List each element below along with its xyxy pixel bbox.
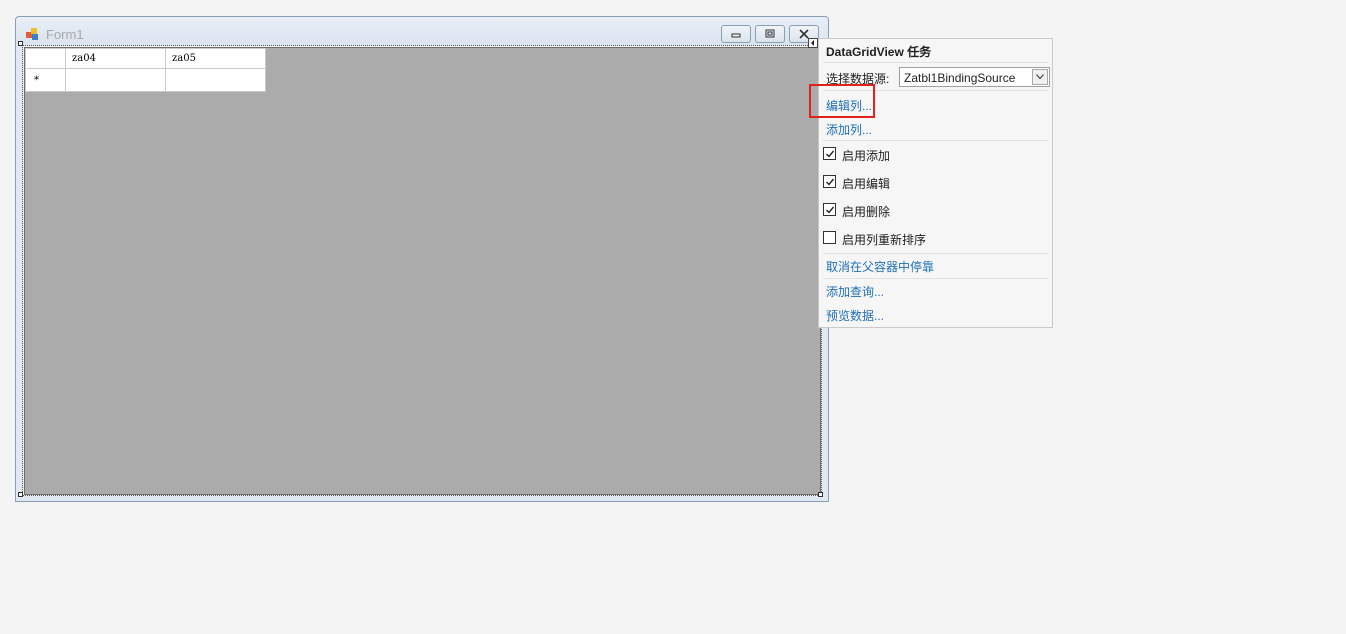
add-column-link[interactable]: 添加列... (826, 121, 872, 138)
resize-handle-bottom-left[interactable] (18, 492, 23, 497)
top-left-header-cell[interactable] (25, 48, 66, 69)
preview-data-link[interactable]: 预览数据... (826, 307, 884, 324)
form-client-area[interactable]: za04 za05 * (22, 45, 822, 496)
smart-tag-button[interactable] (808, 38, 818, 48)
form-window[interactable]: Form1 za04 za05 * (15, 16, 829, 502)
chevron-down-icon (1036, 74, 1044, 80)
panel-title: DataGridView 任务 (826, 45, 932, 59)
new-row-header[interactable]: * (25, 68, 66, 92)
column-header-za04[interactable]: za04 (65, 48, 166, 69)
checkbox-label: 启用编辑 (842, 177, 891, 191)
checkbox-box[interactable] (823, 203, 836, 216)
datagridview[interactable]: za04 za05 * (24, 47, 821, 495)
checkmark-icon (826, 178, 835, 186)
form-title: Form1 (46, 27, 84, 42)
column-header-row: za04 za05 (25, 48, 266, 69)
minimize-icon (731, 33, 741, 38)
highlight-box (809, 84, 875, 118)
divider (823, 140, 1048, 141)
resize-handle-top-left[interactable] (18, 41, 23, 46)
designer-surface: Form1 za04 za05 * DataGridView 任务 选择数据源:… (0, 0, 1346, 634)
checkbox-label: 启用列重新排序 (842, 233, 927, 247)
checkbox-box[interactable] (823, 231, 836, 244)
divider (823, 253, 1048, 254)
checkmark-icon (826, 206, 835, 214)
undock-in-parent-link[interactable]: 取消在父容器中停靠 (826, 258, 934, 275)
datagridview-table: za04 za05 * (25, 48, 266, 92)
checkbox-label: 启用删除 (842, 205, 891, 219)
form-title-bar[interactable]: Form1 (16, 17, 828, 45)
resize-handle-bottom-right[interactable] (818, 492, 823, 497)
add-query-link[interactable]: 添加查询... (826, 283, 884, 300)
divider (823, 278, 1048, 279)
smart-tag-arrow-icon (811, 40, 814, 46)
minimize-button[interactable] (721, 25, 751, 43)
new-row: * (25, 68, 266, 92)
form-app-icon (26, 28, 38, 40)
maximize-button[interactable] (755, 25, 785, 43)
checkbox-box[interactable] (823, 175, 836, 188)
datasource-value: Zatbl1BindingSource (904, 71, 1016, 85)
datasource-dropdown[interactable]: Zatbl1BindingSource (899, 67, 1050, 87)
datagridview-tasks-panel: DataGridView 任务 选择数据源: Zatbl1BindingSour… (809, 38, 1053, 328)
maximize-icon (765, 29, 775, 38)
grid-cell[interactable] (65, 68, 166, 92)
column-header-za05[interactable]: za05 (165, 48, 266, 69)
checkmark-icon (826, 150, 835, 158)
grid-cell[interactable] (165, 68, 266, 92)
checkbox-box[interactable] (823, 147, 836, 160)
divider (823, 62, 1048, 63)
checkbox-label: 启用添加 (842, 149, 891, 163)
dropdown-arrow-button[interactable] (1032, 69, 1048, 85)
